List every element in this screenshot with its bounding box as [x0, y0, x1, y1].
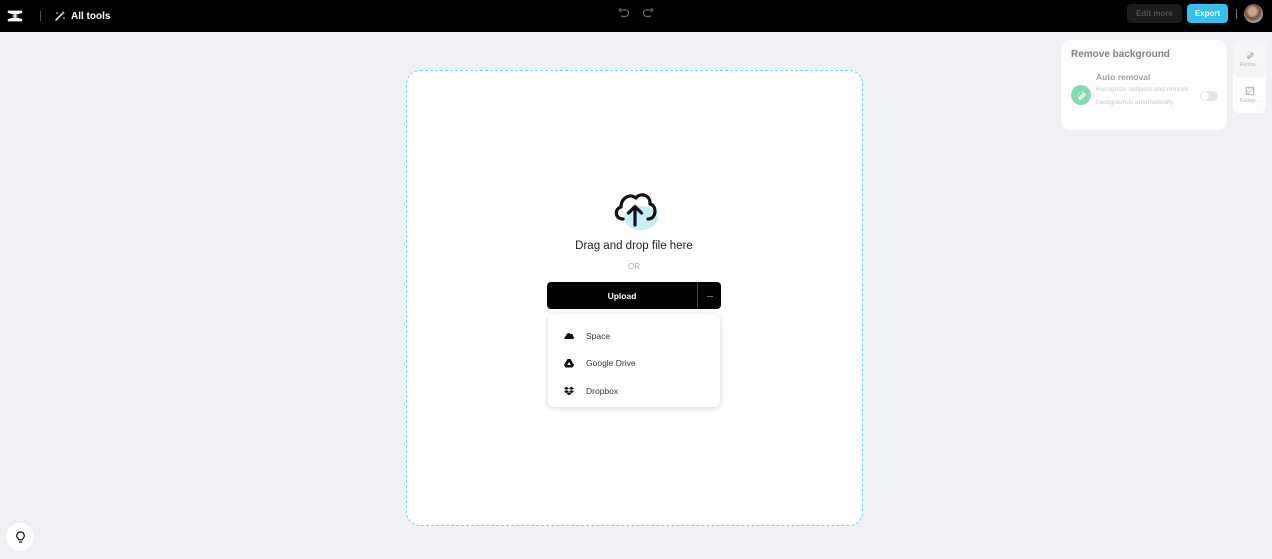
- undo-button[interactable]: [617, 5, 631, 19]
- eraser-icon: [1245, 51, 1254, 60]
- panel-title: Remove background: [1071, 49, 1170, 60]
- upload-button[interactable]: Upload: [547, 282, 697, 309]
- menu-item-space[interactable]: Space: [548, 322, 720, 350]
- auto-removal-icon: [1071, 85, 1091, 105]
- help-button[interactable]: [6, 523, 34, 551]
- redo-icon: [642, 7, 654, 17]
- eraser-icon: [1076, 90, 1086, 100]
- top-bar: All tools Edit more Export: [0, 0, 1272, 32]
- divider: [1236, 9, 1237, 19]
- redo-button[interactable]: [641, 5, 655, 19]
- auto-removal-description: Recognize subjects and remove background…: [1096, 86, 1189, 106]
- upload-source-menu: Space Google Drive Dropbox: [548, 314, 720, 407]
- user-avatar[interactable]: [1244, 4, 1263, 23]
- more-upload-options-button[interactable]: ···: [697, 282, 721, 309]
- or-separator: OR: [628, 262, 640, 271]
- capcut-logo-icon[interactable]: [6, 7, 24, 25]
- side-tab-background[interactable]: Backgr...: [1233, 77, 1266, 113]
- cloud-upload-icon: [614, 193, 658, 230]
- side-tab-label: Backgr...: [1239, 98, 1260, 104]
- drag-drop-text: Drag and drop file here: [575, 240, 693, 252]
- dropbox-icon: [564, 386, 574, 396]
- menu-item-dropbox[interactable]: Dropbox: [548, 377, 720, 405]
- google-drive-icon: [564, 359, 574, 368]
- menu-item-google-drive[interactable]: Google Drive: [548, 350, 720, 378]
- menu-item-label: Google Drive: [586, 358, 636, 369]
- edit-more-button[interactable]: Edit more: [1127, 4, 1182, 23]
- undo-icon: [618, 7, 630, 17]
- auto-removal-title: Auto removal: [1096, 72, 1151, 82]
- export-button[interactable]: Export: [1187, 4, 1228, 23]
- side-tab-label: Remov...: [1239, 62, 1260, 68]
- side-tab-bar: Remov... Backgr...: [1233, 41, 1266, 113]
- undo-redo-group: [617, 5, 655, 19]
- lightbulb-icon: [15, 530, 25, 543]
- upload-button-group: Upload ···: [547, 282, 721, 309]
- menu-item-label: Space: [586, 330, 611, 341]
- magic-wand-icon: [55, 11, 65, 21]
- side-tab-remove[interactable]: Remov...: [1233, 41, 1266, 77]
- all-tools-button[interactable]: All tools: [54, 7, 110, 25]
- all-tools-label: All tools: [71, 10, 111, 22]
- menu-item-label: Dropbox: [586, 385, 619, 396]
- cloud-icon: [564, 332, 574, 339]
- divider: [40, 11, 41, 21]
- background-icon: [1245, 86, 1254, 96]
- auto-removal-toggle[interactable]: [1200, 91, 1218, 101]
- remove-background-panel: Remove background Auto removal Recognize…: [1061, 40, 1227, 130]
